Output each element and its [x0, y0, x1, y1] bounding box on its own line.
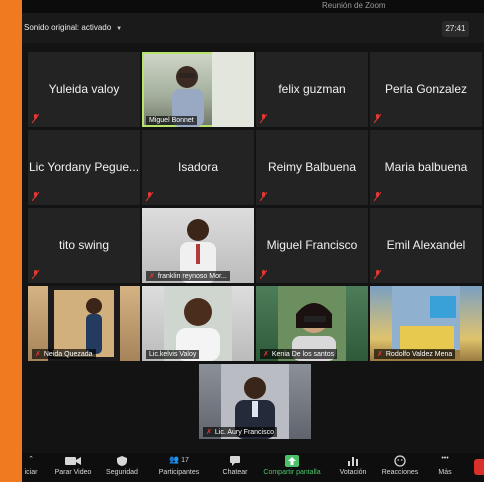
participants-count: 17: [181, 457, 189, 464]
participant-tile[interactable]: Miguel Francisco: [256, 208, 368, 283]
participant-video-tile[interactable]: ✗ franklin reynoso Mor...: [142, 208, 254, 283]
participant-video-tile[interactable]: Lic.kelvis Valoy: [142, 286, 254, 361]
meeting-top-bar: Sonido original: activado ▼ 27:41: [22, 13, 484, 43]
mute-button[interactable]: ⌃ iciar: [22, 455, 40, 476]
more-button[interactable]: ••• Más: [433, 455, 457, 476]
participant-name-text: franklin reynoso Mor...: [157, 273, 227, 280]
zoom-window: Reunión de Zoom Sonido original: activad…: [22, 0, 484, 482]
participant-tile[interactable]: Yuleida valoy: [28, 52, 140, 127]
participant-name: felix guzman: [278, 82, 346, 96]
reaction-emoji-icon: [394, 455, 406, 467]
participant-name: Lic Yordany Pegue...: [28, 160, 140, 174]
microphone-muted-icon: [260, 270, 267, 279]
microphone-muted-icon: [32, 270, 39, 279]
participant-tile[interactable]: Lic Yordany Pegue...: [28, 130, 140, 205]
reactions-button[interactable]: Reacciones: [378, 455, 422, 476]
participant-name: ✗ Neida Quezada: [32, 349, 96, 359]
share-screen-icon: [285, 455, 299, 467]
microphone-muted-icon: [260, 114, 267, 123]
microphone-muted-icon: ✗: [35, 351, 41, 358]
poll-bars-icon: [348, 457, 358, 466]
participant-name: Isadora: [177, 160, 219, 174]
participant-name: Miguel Bonnet: [146, 116, 197, 125]
meeting-timer: 27:41: [442, 21, 469, 37]
participant-video-tile[interactable]: Miguel Bonnet: [142, 52, 254, 127]
video-camera-icon: [65, 457, 81, 465]
participant-name-text: Neida Quezada: [43, 351, 93, 358]
participant-name: ✗ Lic. Aury Francisco: [203, 427, 278, 437]
microphone-muted-icon: ✗: [377, 351, 383, 358]
microphone-muted-icon: [374, 114, 381, 123]
share-screen-button[interactable]: Compartir pantalla: [259, 455, 325, 476]
title-bar: Reunión de Zoom: [22, 0, 484, 13]
microphone-muted-icon: [32, 192, 39, 201]
reactions-label: Reacciones: [381, 469, 419, 476]
more-label: Más: [438, 469, 452, 476]
stop-video-label: Parar Video: [54, 469, 92, 476]
share-screen-label: Compartir pantalla: [263, 469, 321, 476]
microphone-muted-icon: [374, 270, 381, 279]
participant-video-tile[interactable]: ✗ Kenia De los santos: [256, 286, 368, 361]
participant-tile[interactable]: tito swing: [28, 208, 140, 283]
microphone-muted-icon: [146, 192, 153, 201]
security-button[interactable]: Seguridad: [102, 455, 142, 476]
microphone-muted-icon: ✗: [149, 273, 155, 280]
participant-tile[interactable]: Maria balbuena: [370, 130, 482, 205]
microphone-muted-icon: [374, 192, 381, 201]
poll-label: Votación: [339, 469, 367, 476]
participant-name: ✗ franklin reynoso Mor...: [146, 271, 230, 281]
chevron-up-icon[interactable]: ⌃: [22, 455, 40, 467]
participant-video-tile[interactable]: ✗ Neida Quezada: [28, 286, 140, 361]
original-sound-label: Sonido original: activado: [24, 23, 112, 32]
more-dots-icon: •••: [441, 455, 449, 462]
participant-name: Yuleida valoy: [48, 82, 120, 96]
participant-name: ✗ Kenia De los santos: [260, 349, 338, 359]
participant-name-text: Kenia De los santos: [271, 351, 335, 358]
original-sound-toggle[interactable]: Sonido original: activado ▼: [24, 23, 122, 32]
microphone-muted-icon: [260, 192, 267, 201]
security-label: Seguridad: [106, 469, 138, 476]
chat-label: Chatear: [222, 469, 248, 476]
mute-label: iciar: [24, 469, 38, 476]
participant-video-tile[interactable]: ✗ Rodolfo Valdez Mena: [370, 286, 482, 361]
participant-name: ✗ Rodolfo Valdez Mena: [374, 349, 456, 359]
participant-name: tito swing: [58, 238, 110, 252]
window-title: Reunión de Zoom: [322, 1, 386, 10]
participants-label: Participantes: [158, 469, 200, 476]
participant-name-text: Lic. Aury Francisco: [214, 429, 275, 436]
participant-tile[interactable]: Perla Gonzalez: [370, 52, 482, 127]
poll-button[interactable]: Votación: [335, 455, 371, 476]
participant-tile[interactable]: felix guzman: [256, 52, 368, 127]
participant-tile[interactable]: Emil Alexandel: [370, 208, 482, 283]
chevron-down-icon[interactable]: ▼: [116, 26, 122, 32]
meeting-controls: ⌃ iciar Parar Video Seguridad 👥 17 Partic…: [22, 453, 484, 482]
microphone-muted-icon: [32, 114, 39, 123]
people-icon: 👥 17: [169, 455, 189, 464]
participant-tile[interactable]: Reimy Balbuena: [256, 130, 368, 205]
end-meeting-button[interactable]: [474, 459, 484, 475]
chat-bubble-icon: [230, 456, 240, 466]
participant-tile[interactable]: Isadora: [142, 130, 254, 205]
microphone-muted-icon: ✗: [263, 351, 269, 358]
participant-name: Lic.kelvis Valoy: [146, 350, 200, 359]
chat-button[interactable]: Chatear: [220, 455, 250, 476]
participant-name: Perla Gonzalez: [384, 82, 468, 96]
gallery-view: Yuleida valoy Miguel Bonnet felix guzman…: [22, 43, 484, 453]
participant-name: Emil Alexandel: [386, 238, 466, 252]
participant-name: Miguel Francisco: [266, 238, 358, 252]
participant-video-tile[interactable]: ✗ Lic. Aury Francisco: [199, 364, 311, 439]
shield-icon: [117, 456, 127, 466]
stop-video-button[interactable]: Parar Video: [47, 455, 99, 476]
participant-name: Maria balbuena: [384, 160, 468, 174]
participant-name: Reimy Balbuena: [267, 160, 357, 174]
participants-button[interactable]: 👥 17 Participantes: [154, 455, 204, 476]
participant-name-text: Rodolfo Valdez Mena: [385, 351, 453, 358]
microphone-muted-icon: ✗: [206, 429, 212, 436]
